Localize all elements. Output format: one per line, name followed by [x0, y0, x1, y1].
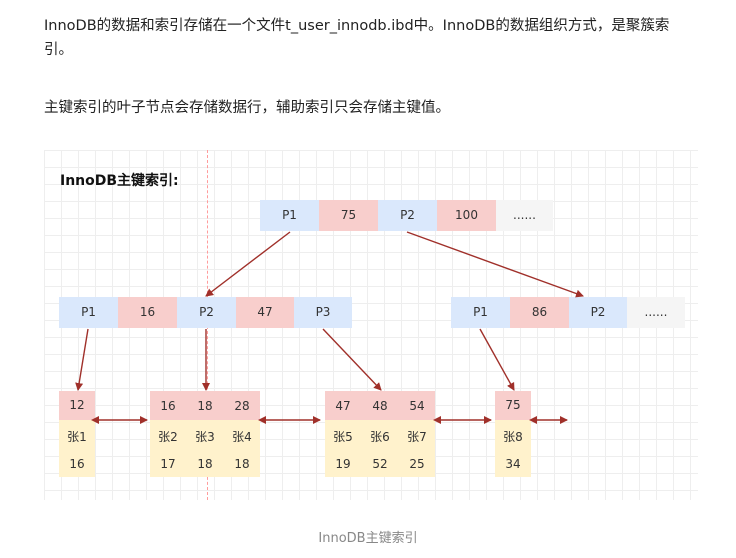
arrow-internal-p1 — [75, 328, 89, 391]
arrow-internal-right-p1 — [479, 328, 515, 391]
paragraph-innodb-storage: InnoDB的数据和索引存储在一个文件t_user_innodb.ibd中。In… — [44, 18, 670, 58]
arrow-root-p1 — [205, 231, 291, 297]
figure-caption: InnoDB主键索引 — [318, 531, 418, 546]
arrow-internal-p3 — [322, 328, 382, 391]
arrow-root-p2 — [406, 231, 584, 298]
pointer-arrows — [75, 231, 584, 424]
innodb-index-diagram: InnoDB主键索引: P1 75 P2 100 ...... P1 16 P2… — [44, 150, 698, 500]
paragraph-index-leaf: 主键索引的叶子节点会存储数据行，辅助索引只会存储主键值。 — [44, 100, 450, 116]
